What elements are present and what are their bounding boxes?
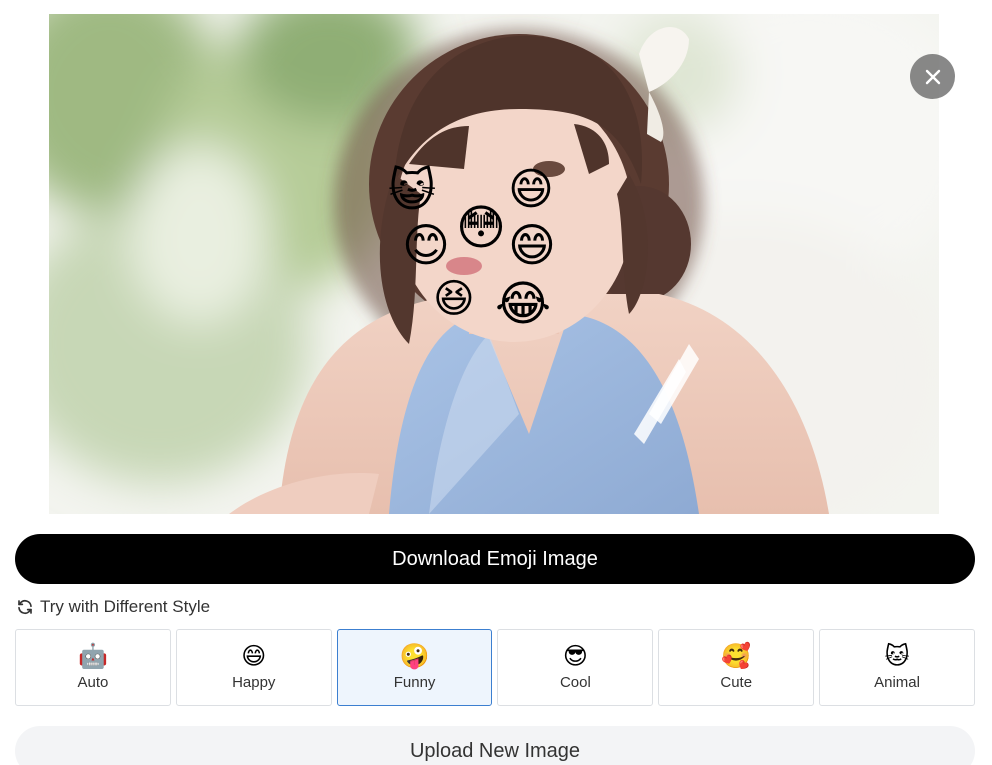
upload-new-image-button[interactable]: Upload New Image <box>15 726 975 765</box>
style-option-label: Animal <box>874 674 920 691</box>
style-option-cool[interactable]: 😎 Cool <box>497 629 654 706</box>
sunglasses-face-icon: 😎 <box>562 642 588 670</box>
grinning-face-icon: 😄 <box>241 642 267 670</box>
style-option-label: Cute <box>720 674 753 691</box>
face-sticker: 😂 <box>495 276 552 332</box>
style-heading-label: Try with Different Style <box>40 597 211 616</box>
style-option-label: Auto <box>77 674 109 691</box>
face-sticker: 😆 <box>433 276 475 322</box>
style-option-label: Cool <box>559 674 591 691</box>
robot-icon: 🤖 <box>77 642 108 670</box>
face-sticker: 😄 <box>508 164 554 215</box>
style-option-funny[interactable]: 🤪 Funny <box>336 629 493 706</box>
face-sticker: 😄 <box>508 218 556 272</box>
style-option-label: Happy <box>232 674 276 691</box>
cat-face-icon: 🐱 <box>884 642 910 670</box>
style-option-animal[interactable]: 🐱 Animal <box>819 629 975 706</box>
close-button[interactable] <box>910 54 955 99</box>
face-sticker: 😺 <box>388 163 436 217</box>
download-emoji-image-button[interactable]: Download Emoji Image <box>15 534 975 584</box>
face-sticker: 😳 <box>456 200 507 256</box>
photo-illustration <box>49 14 939 514</box>
try-different-style-link[interactable]: Try with Different Style <box>16 596 210 618</box>
face-sticker: 😊 <box>402 218 450 272</box>
style-option-happy[interactable]: 😄 Happy <box>175 629 332 706</box>
upload-button-label: Upload New Image <box>409 739 581 762</box>
style-option-cute[interactable]: 🥰 Cute <box>658 629 815 706</box>
style-option-label: Funny <box>393 674 436 691</box>
refresh-icon <box>18 600 32 614</box>
photo-preview: 😺 😄 😊 😳 😄 😆 😂 <box>49 14 939 514</box>
style-option-auto[interactable]: 🤖 Auto <box>15 629 171 706</box>
close-icon <box>925 69 940 84</box>
download-button-label: Download Emoji Image <box>392 547 598 570</box>
smiling-hearts-face-icon: 🥰 <box>721 642 752 670</box>
zany-face-icon: 🤪 <box>399 642 430 670</box>
style-options: 🤖 Auto 😄 Happy 🤪 Funny 😎 Cool 🥰 Cute 🐱 A… <box>15 629 975 706</box>
emoji-generator-page: 😺 😄 😊 😳 😄 😆 😂 Download Emoji Image Try w… <box>0 0 992 765</box>
